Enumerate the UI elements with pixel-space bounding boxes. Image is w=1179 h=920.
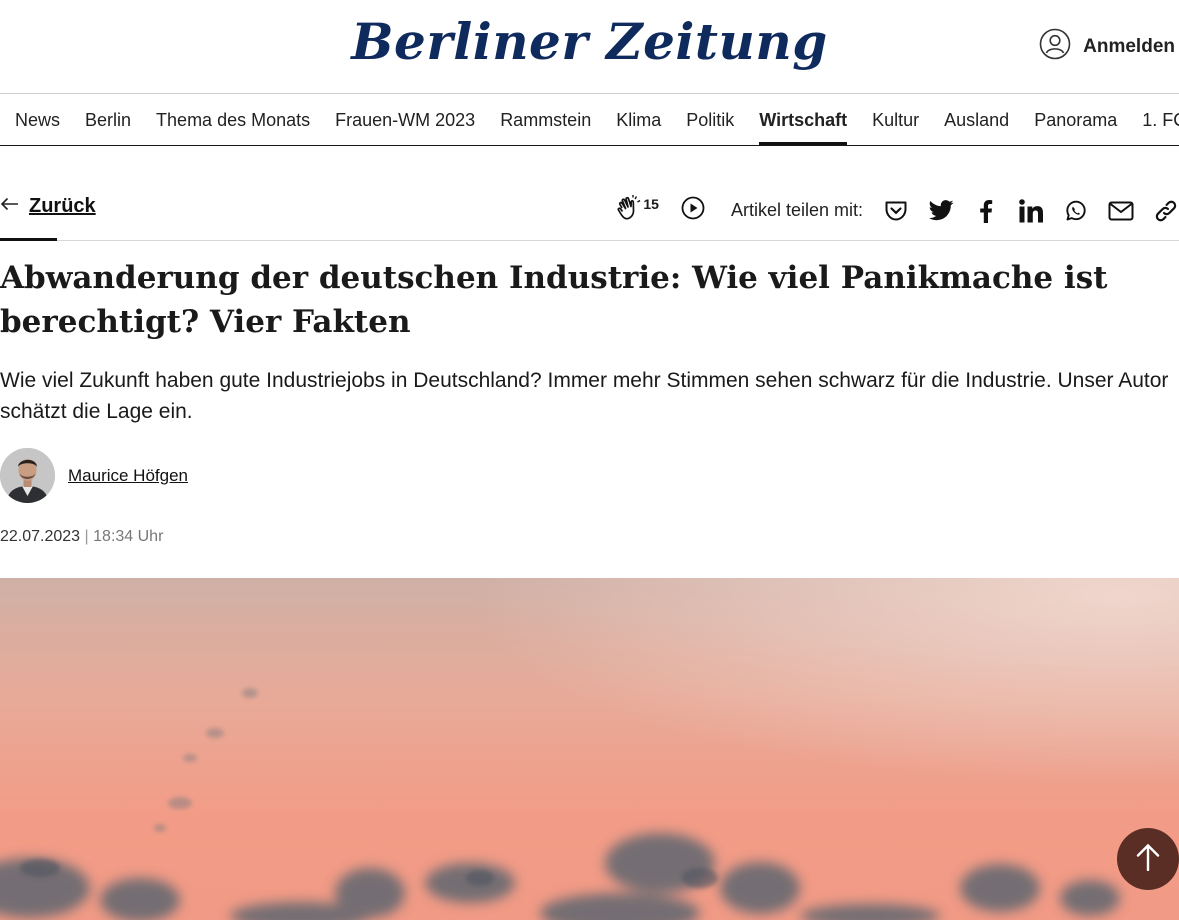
twitter-icon[interactable] — [928, 198, 954, 224]
whatsapp-icon[interactable] — [1063, 198, 1089, 224]
avatar[interactable] — [0, 448, 55, 503]
article-lead: Wie viel Zukunft haben gute Industriejob… — [0, 369, 1169, 423]
scroll-to-top-button[interactable] — [1117, 828, 1179, 890]
back-underline — [0, 238, 57, 241]
publish-date: 22.07.2023 | 18:34 Uhr — [0, 528, 163, 546]
nav-item-politik[interactable]: Politik — [686, 95, 734, 145]
masthead: Berliner Zeitung Anmelden — [0, 0, 1179, 94]
hero-image — [0, 578, 1179, 920]
nav-item-ausland[interactable]: Ausland — [944, 95, 1009, 145]
arrow-left-icon — [0, 197, 19, 216]
nav-item-rammstein[interactable]: Rammstein — [500, 95, 591, 145]
share-label: Artikel teilen mit: — [730, 200, 863, 220]
user-icon — [1039, 28, 1071, 65]
nav-item-wirtschaft[interactable]: Wirtschaft — [759, 95, 847, 145]
back-label: Zurück — [29, 195, 96, 217]
link-icon[interactable] — [1153, 198, 1179, 224]
pocket-icon[interactable] — [883, 198, 909, 224]
nav-item-panorama[interactable]: Panorama — [1034, 95, 1117, 145]
nav-item-1-fc-union[interactable]: 1. FC Union — [1142, 95, 1179, 145]
nav-item-thema-des-monats[interactable]: Thema des Monats — [156, 95, 310, 145]
linkedin-icon[interactable] — [1018, 198, 1044, 224]
nav-item-klima[interactable]: Klima — [616, 95, 661, 145]
mail-icon[interactable] — [1108, 198, 1134, 224]
author-name[interactable]: Maurice Höfgen — [68, 466, 188, 486]
nav-item-frauen-wm-2023[interactable]: Frauen-WM 2023 — [335, 95, 475, 145]
clap-icon — [616, 194, 642, 227]
nav-item-news[interactable]: News — [15, 95, 60, 145]
date-value: 22.07.2023 — [0, 528, 81, 545]
author-byline: Maurice Höfgen — [0, 448, 188, 503]
facebook-icon[interactable] — [973, 198, 999, 224]
date-separator: | — [84, 528, 89, 545]
time-value: 18:34 Uhr — [93, 528, 164, 545]
login-label: Anmelden — [1083, 35, 1175, 57]
nav-item-kultur[interactable]: Kultur — [872, 95, 919, 145]
main-nav: News Berlin Thema des Monats Frauen-WM 2023… — [0, 95, 1179, 146]
article-toolbar: Zurück 15 Artikel teilen mit: — [0, 186, 1179, 241]
login-button[interactable]: Anmelden — [1039, 28, 1175, 65]
play-audio-button[interactable] — [681, 196, 705, 225]
nav-item-berlin[interactable]: Berlin — [85, 95, 131, 145]
play-icon — [681, 196, 705, 225]
arrow-up-icon — [1135, 843, 1161, 876]
clap-button[interactable]: 15 — [616, 194, 659, 227]
back-link[interactable]: Zurück — [0, 186, 96, 241]
article-headline: Abwanderung der deutschen Industrie: Wie… — [0, 260, 1108, 340]
clap-count: 15 — [643, 196, 659, 212]
site-logo[interactable]: Berliner Zeitung — [0, 12, 1179, 71]
